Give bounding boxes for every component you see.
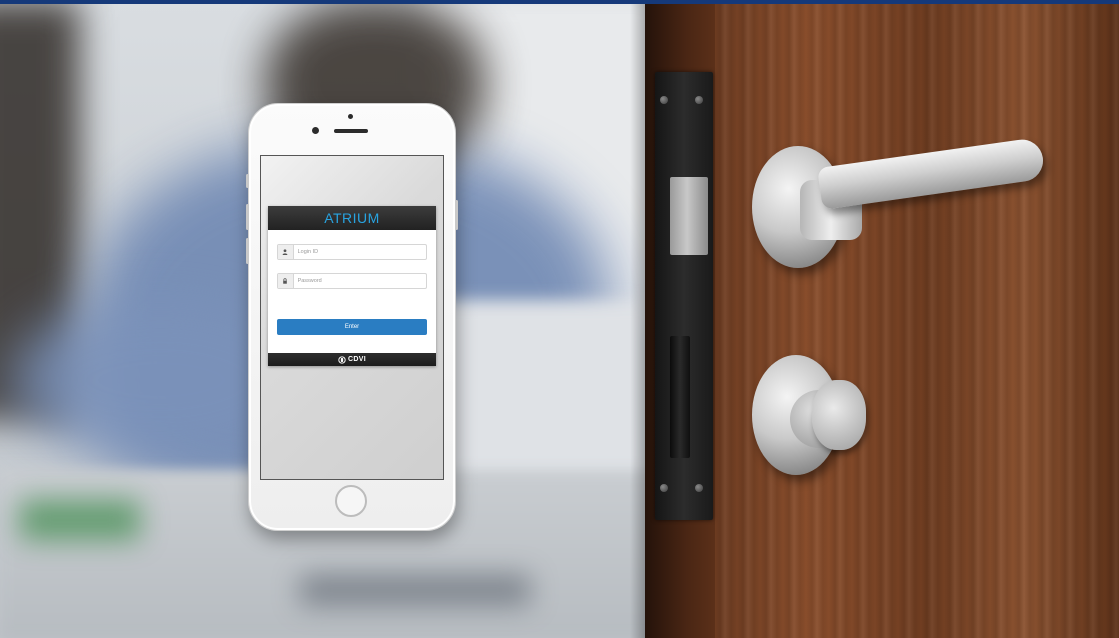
atrium-logo: ATRIUM — [324, 210, 380, 226]
hero-image — [0, 0, 1119, 638]
screw — [695, 484, 703, 492]
volume-down-button — [246, 238, 249, 264]
front-camera — [312, 127, 319, 134]
home-button — [335, 485, 367, 517]
proximity-sensor — [348, 114, 353, 119]
smartphone: ATRIUM Login ID Enter CDVI — [246, 103, 458, 531]
login-card: ATRIUM Login ID Enter CDVI — [268, 206, 436, 366]
mute-switch — [246, 174, 249, 188]
cdvi-brand-text: CDVI — [348, 356, 366, 363]
volume-up-button — [246, 204, 249, 230]
latch-bolt — [670, 177, 708, 255]
login-card-header: ATRIUM — [268, 206, 436, 230]
deadbolt-slot — [670, 336, 690, 458]
key — [812, 380, 866, 450]
user-icon — [278, 245, 294, 259]
screw — [660, 484, 668, 492]
login-card-footer: CDVI — [268, 353, 436, 366]
screw — [660, 96, 668, 104]
password-field[interactable] — [277, 273, 427, 289]
screw — [695, 96, 703, 104]
wooden-door — [645, 0, 1119, 638]
cdvi-logo-icon — [338, 351, 346, 367]
earpiece-speaker — [334, 129, 368, 133]
phone-screen: ATRIUM Login ID Enter CDVI — [260, 155, 444, 480]
top-accent-strip — [0, 0, 1119, 4]
login-id-field[interactable] — [277, 244, 427, 260]
enter-button[interactable]: Enter — [277, 319, 427, 335]
power-button — [455, 200, 458, 230]
login-id-input[interactable] — [293, 246, 426, 258]
lock-icon — [278, 274, 294, 288]
password-input[interactable] — [293, 275, 426, 287]
